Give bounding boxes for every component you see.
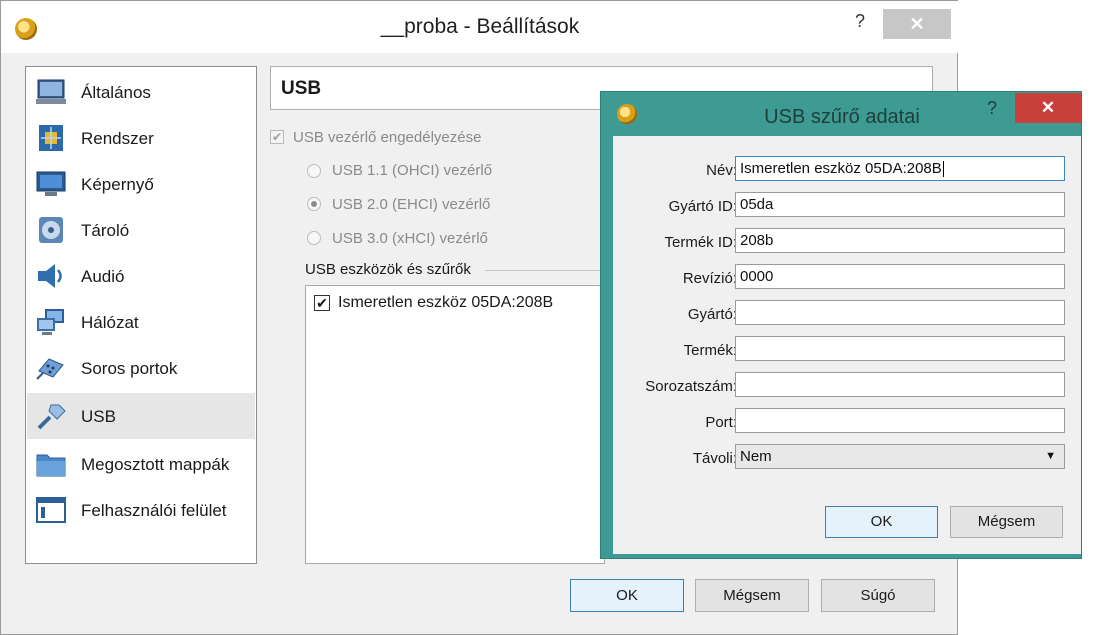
filters-group-label: USB eszközök és szűrők <box>305 261 471 278</box>
usb11-label: USB 1.1 (OHCI) vezérlő <box>332 162 493 179</box>
sidebar-item-label: Általános <box>81 83 151 102</box>
usb30-radio[interactable] <box>307 231 321 245</box>
name-value: Ismeretlen eszköz 05DA:208B <box>740 160 942 177</box>
help-icon[interactable]: ? <box>855 11 865 32</box>
disk-icon <box>39 217 63 243</box>
help-button[interactable]: Súgó <box>821 579 935 612</box>
vendor-id-label: Gyártó ID: <box>668 198 737 215</box>
dialog-close-button[interactable]: ✕ <box>1015 93 1081 123</box>
usb-filter-dialog: USB szűrő adatai ? ✕ Név: Ismeretlen esz… <box>600 91 1082 559</box>
remote-label: Távoli: <box>692 450 737 467</box>
remote-select[interactable]: Nem ▼ <box>735 444 1065 469</box>
sidebar-item-label: USB <box>81 407 116 426</box>
port-label: Port: <box>705 414 737 431</box>
dialog-cancel-button[interactable]: Mégsem <box>950 506 1063 538</box>
enable-usb-label: USB vezérlő engedélyezése <box>293 129 482 146</box>
manufacturer-label: Gyártó: <box>687 306 737 323</box>
enable-usb-checkbox[interactable]: ✔ <box>270 130 284 144</box>
sidebar-item-user-interface[interactable]: Felhasználói felület <box>27 487 255 533</box>
help-icon[interactable]: ? <box>987 98 997 119</box>
window-icon <box>36 497 66 523</box>
filter-checkbox[interactable]: ✔ <box>314 295 330 311</box>
sidebar-item-serial-ports[interactable]: Soros portok <box>27 345 255 391</box>
group-divider <box>485 270 605 271</box>
sidebar-item-usb[interactable]: USB <box>27 393 255 439</box>
usb30-label: USB 3.0 (xHCI) vezérlő <box>332 230 488 247</box>
serial-number-field[interactable] <box>735 372 1065 397</box>
dialog-ok-button[interactable]: OK <box>825 506 938 538</box>
page-title: USB <box>281 78 322 99</box>
cancel-button[interactable]: Mégsem <box>695 579 809 612</box>
sidebar-item-label: Megosztott mappák <box>81 455 230 474</box>
window-title: __proba - Beállítások <box>380 15 580 38</box>
usb-plug-icon <box>37 404 66 430</box>
product-id-field[interactable]: 208b <box>735 228 1065 253</box>
sidebar-item-network[interactable]: Hálózat <box>27 299 255 345</box>
product-id-label: Termék ID: <box>664 234 737 251</box>
sidebar-item-display[interactable]: Képernyő <box>27 161 255 207</box>
title-bar[interactable]: __proba - Beállítások ? ✕ <box>1 1 959 53</box>
monitor-icon <box>36 79 66 104</box>
text-caret <box>942 161 944 178</box>
sidebar-item-label: Tároló <box>81 221 130 240</box>
sidebar-item-label: Audió <box>81 267 125 286</box>
revision-field[interactable]: 0000 <box>735 264 1065 289</box>
dialog-body: Név: Ismeretlen eszköz 05DA:208B Gyártó … <box>613 136 1081 554</box>
revision-label: Revízió: <box>682 270 737 287</box>
sidebar-item-system[interactable]: Rendszer <box>27 115 255 161</box>
usb-filter-list[interactable]: ✔ Ismeretlen eszköz 05DA:208B <box>305 285 605 564</box>
sidebar-item-storage[interactable]: Tároló <box>27 207 255 253</box>
chip-icon <box>39 125 63 151</box>
sidebar-item-label: Hálózat <box>81 313 139 332</box>
sidebar-item-label: Rendszer <box>81 129 154 148</box>
usb20-label: USB 2.0 (EHCI) vezérlő <box>332 196 491 213</box>
speaker-icon <box>38 264 62 288</box>
folder-icon <box>36 454 66 477</box>
sidebar-item-general[interactable]: Általános <box>27 69 255 115</box>
name-label: Név: <box>706 162 737 179</box>
sidebar-item-label: Képernyő <box>81 175 154 194</box>
close-button[interactable]: ✕ <box>883 9 951 39</box>
serial-port-icon <box>36 358 64 380</box>
vendor-id-field[interactable]: 05da <box>735 192 1065 217</box>
sidebar-item-audio[interactable]: Audió <box>27 253 255 299</box>
serial-number-label: Sorozatszám: <box>645 378 737 395</box>
sidebar-item-label: Felhasználói felület <box>81 501 227 520</box>
ok-button[interactable]: OK <box>570 579 684 612</box>
sidebar-item-label: Soros portok <box>81 359 178 378</box>
name-field[interactable]: Ismeretlen eszköz 05DA:208B <box>735 156 1065 181</box>
sidebar-item-shared-folders[interactable]: Megosztott mappák <box>27 441 255 487</box>
network-icon <box>37 309 64 335</box>
product-label: Termék: <box>683 342 737 359</box>
usb11-radio[interactable] <box>307 164 321 178</box>
remote-value: Nem <box>740 448 772 465</box>
dialog-title: USB szűrő adatai <box>764 106 920 128</box>
manufacturer-field[interactable] <box>735 300 1065 325</box>
usb20-radio[interactable] <box>307 197 321 211</box>
port-field[interactable] <box>735 408 1065 433</box>
product-field[interactable] <box>735 336 1065 361</box>
settings-sidebar: Általános Rendszer Képernyő Tároló Audió <box>25 66 257 564</box>
chevron-down-icon: ▼ <box>1045 450 1056 462</box>
display-icon <box>36 171 66 196</box>
filter-item-label[interactable]: Ismeretlen eszköz 05DA:208B <box>338 294 553 312</box>
